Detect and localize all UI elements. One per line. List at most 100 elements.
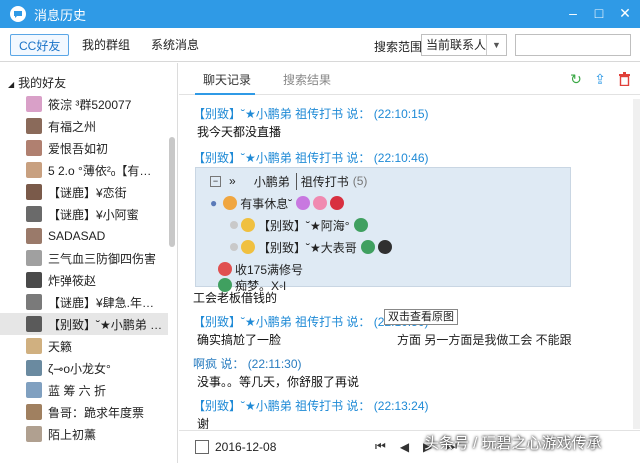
friend-name: 5 2.o °薄依²ₒ【有… <box>48 163 152 178</box>
friend-item[interactable]: 蓝 筹 六 折 <box>0 379 168 401</box>
avatar <box>26 272 42 288</box>
delete-icon[interactable] <box>616 71 632 87</box>
avatar <box>26 140 42 156</box>
embed-row: 【别致】˘★阿海° <box>258 218 350 233</box>
game-avatar-icon <box>241 240 255 254</box>
search-box[interactable] <box>515 34 631 56</box>
friend-item[interactable]: 筱淙 ³群520077 <box>0 93 168 115</box>
friend-name: 【谜鹿】¥肆急.年… <box>48 295 155 310</box>
tab-chat-records[interactable]: 聊天记录 <box>203 71 251 88</box>
close-icon[interactable]: ✕ <box>616 4 634 22</box>
friend-name: SADASAD <box>48 229 106 243</box>
friend-item[interactable]: 三气血三防御四伤害 <box>0 247 168 269</box>
avatar <box>26 228 42 244</box>
embed-row: 有事休息˘ <box>240 196 293 211</box>
search-scope-select[interactable]: 当前联系人 ▼ <box>421 34 507 56</box>
minus-box-icon: − <box>210 175 221 187</box>
minimize-icon[interactable]: – <box>564 4 582 22</box>
friend-item[interactable]: 【谜鹿】¥肆急.年… <box>0 291 168 313</box>
friend-item[interactable]: 【别致】˘★小鹏弟 … <box>0 313 168 335</box>
online-dot-icon <box>230 243 238 251</box>
friend-item[interactable]: 爱恨吾如初 <box>0 137 168 159</box>
watermark: 头条号 / 玩碧之心游戏传承 <box>424 435 602 452</box>
message-app-icon <box>10 6 26 22</box>
friend-name: 【谜鹿】¥小阿蜜 <box>48 207 139 222</box>
online-dot-icon <box>230 221 238 229</box>
badge-icon <box>296 196 311 210</box>
embed-header-count: (5) <box>352 174 368 188</box>
friend-item[interactable]: 炸弹筱赵 <box>0 269 168 291</box>
history-panel: 聊天记录 搜索结果 ↻ ⇪ 【别致】˘★小鹏弟 祖传打书 说： (22:10:1… <box>179 63 640 463</box>
friend-list-panel: ◢ 我的好友 筱淙 ³群520077 有福之州爱恨吾如初 5 2.o °薄依²ₒ【有…… <box>0 63 178 463</box>
game-avatar-icon <box>218 278 232 292</box>
friend-list-scrollbar[interactable] <box>169 137 175 247</box>
tab-cc-friends[interactable]: CC好友 <box>10 34 70 56</box>
calendar-icon[interactable] <box>195 440 209 454</box>
group-label: 我的好友 <box>18 76 67 90</box>
export-icon[interactable]: ⇪ <box>592 71 608 87</box>
chat-scrollbar[interactable] <box>633 99 640 429</box>
maximize-icon[interactable]: □ <box>590 4 608 22</box>
message-text: 没事。。等几天，你舒服了再说 <box>197 375 360 389</box>
game-avatar-icon <box>241 218 255 232</box>
friend-name: 陌上初薰 <box>48 427 97 442</box>
chat-history-area: 【别致】˘★小鹏弟 祖传打书 说： (22:10:15) 我今天都没直播 【别致… <box>179 99 632 429</box>
message-header: 【别致】˘★小鹏弟 祖传打书 说： (22:13:24) <box>193 399 429 413</box>
friend-item[interactable]: 陌上初薰 <box>0 423 168 445</box>
message-text: 我今天都没直播 <box>197 125 282 139</box>
avatar <box>26 294 42 310</box>
avatar <box>26 250 42 266</box>
message-text-overflow: 方面 另一方面是我做工会 不能跟 <box>397 333 572 347</box>
avatar <box>26 316 42 332</box>
badge-icon <box>353 218 368 232</box>
badge-icon <box>313 196 328 210</box>
date-value[interactable]: 2016-12-08 <box>215 440 276 454</box>
friend-name: 【别致】˘★小鹏弟 … <box>48 317 163 332</box>
friend-name: 爱恨吾如初 <box>48 141 109 156</box>
friend-item[interactable]: 【谜鹿】¥小阿蜜 <box>0 203 168 225</box>
active-tab-indicator <box>195 93 255 95</box>
friend-name: 有福之州 <box>48 119 97 134</box>
friend-name: ζ⊸o小龙女° <box>48 361 111 376</box>
friend-name: 蓝 筹 六 折 <box>48 383 107 398</box>
prev-page-icon[interactable]: ◀ <box>400 440 409 454</box>
avatar <box>26 118 42 134</box>
friend-item[interactable]: 5 2.o °薄依²ₒ【有… <box>0 159 168 181</box>
friend-item[interactable]: ζ⊸o小龙女° <box>0 357 168 379</box>
friend-item[interactable]: 鲁哥：跪求年度票 <box>0 401 168 423</box>
friend-name: 筱淙 ³群520077 <box>48 97 132 112</box>
search-scope-value: 当前联系人 <box>426 38 487 52</box>
tab-my-groups[interactable]: 我的群组 <box>74 34 138 56</box>
friend-name: 【谜鹿】¥恋街 <box>48 185 127 200</box>
title-bar: 消息历史 – □ ✕ <box>0 0 640 28</box>
game-avatar-icon <box>223 196 238 210</box>
message-header: 【别致】˘★小鹏弟 祖传打书 说： (22:10:46) <box>193 151 429 165</box>
embedded-screenshot[interactable]: − » 小鹏弟 祖传打书 (5) ● 有事休息˘ 【别致】˘★阿海° 【别致】˘… <box>195 167 571 293</box>
history-tabs: 聊天记录 搜索结果 ↻ ⇪ <box>179 63 640 95</box>
friend-item[interactable]: 【谜鹿】¥恋街 <box>0 181 168 203</box>
chevron-icon: » <box>229 174 236 188</box>
group-my-friends[interactable]: ◢ 我的好友 <box>0 73 177 93</box>
embed-header-tag: 祖传打书 <box>295 172 349 190</box>
first-page-icon[interactable]: ⏮ <box>375 439 386 454</box>
friend-item[interactable]: 有福之州 <box>0 115 168 137</box>
tab-search-results[interactable]: 搜索结果 <box>283 71 331 88</box>
embed-row: 【别致】˘★大表哥 <box>258 240 357 255</box>
chevron-down-icon[interactable]: ▼ <box>486 35 506 55</box>
friend-item[interactable]: SADASAD <box>0 225 168 247</box>
friend-name: 鲁哥：跪求年度票 <box>48 405 145 420</box>
search-scope-label: 搜索范围 <box>374 40 423 54</box>
avatar <box>26 426 42 442</box>
view-original-tooltip: 双击查看原图 <box>384 309 458 325</box>
refresh-icon[interactable]: ↻ <box>568 71 584 87</box>
expand-triangle-icon[interactable]: ◢ <box>8 80 14 89</box>
friend-item[interactable]: 天籁 <box>0 335 168 357</box>
friend-name: 三气血三防御四伤害 <box>48 251 157 266</box>
avatar <box>26 382 42 398</box>
heart-icon <box>330 196 345 210</box>
search-input[interactable] <box>516 35 630 55</box>
window-title: 消息历史 <box>34 7 87 23</box>
tab-system-messages[interactable]: 系统消息 <box>143 34 207 56</box>
toolbar: CC好友 我的群组 系统消息 搜索范围 当前联系人 ▼ <box>0 28 640 62</box>
avatar <box>26 338 42 354</box>
